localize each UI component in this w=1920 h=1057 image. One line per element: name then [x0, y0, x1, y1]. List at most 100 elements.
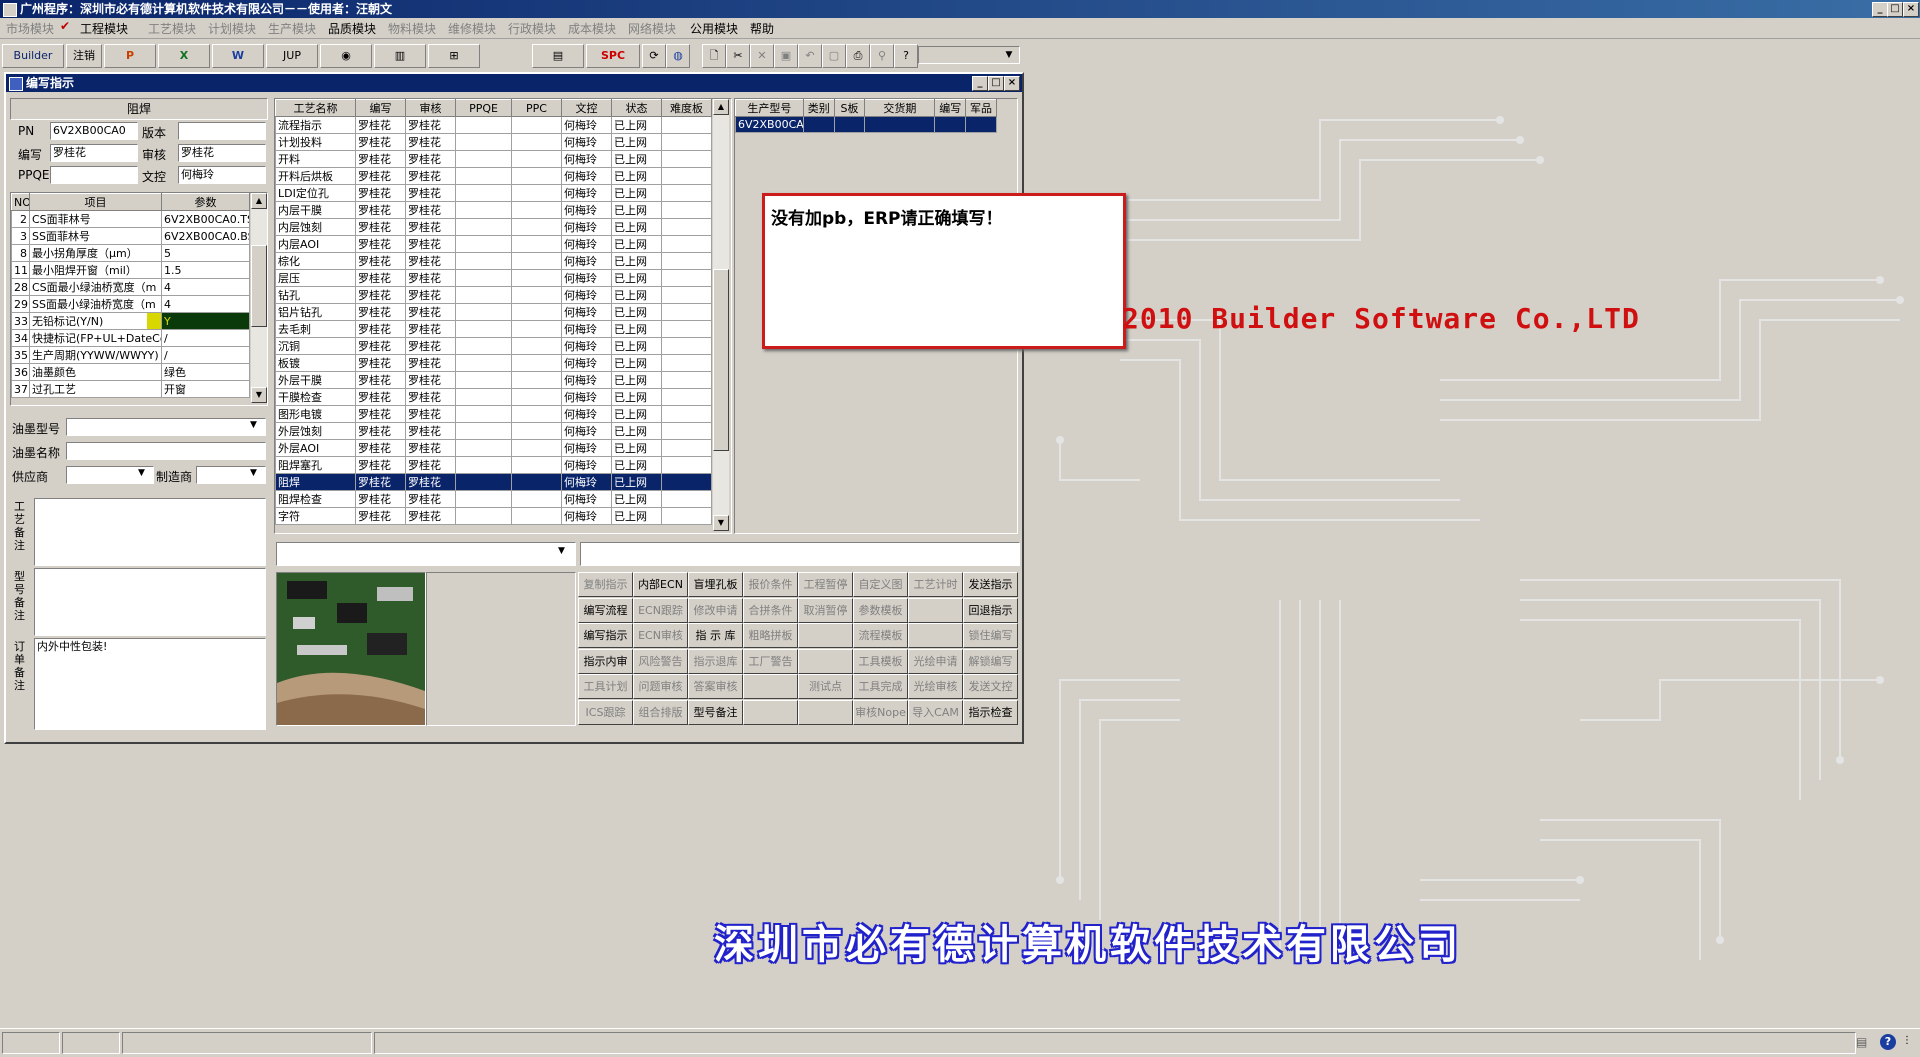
process-cell[interactable] [511, 473, 562, 491]
process-cell[interactable]: 罗桂花 [405, 252, 456, 270]
action-button-4-4[interactable]: 测试点 [798, 674, 853, 699]
process-cell[interactable] [455, 354, 512, 372]
builder-button[interactable]: Builder [2, 44, 64, 68]
params-scrollbar[interactable]: ▲ ▼ [251, 193, 267, 403]
process-row[interactable]: 阻焊 罗桂花 罗桂花 何梅玲 已上网 [275, 473, 712, 491]
help-icon[interactable]: ? [894, 44, 918, 68]
action-button-3-2[interactable]: 指示退库 [688, 648, 743, 674]
action-button-5-7[interactable]: 指示检查 [963, 699, 1018, 725]
params-row[interactable]: 3 SS面菲林号 6V2XB00CA0.BS [11, 227, 250, 245]
model-cell[interactable] [965, 116, 997, 133]
pn-field[interactable]: 6V2XB00CA0 [50, 122, 138, 140]
new-file-icon[interactable]: 🗋 [702, 44, 726, 68]
process-cell[interactable]: 罗桂花 [405, 184, 456, 202]
process-cell[interactable]: 沉铜 [275, 337, 356, 355]
process-row[interactable]: 板镀 罗桂花 罗桂花 何梅玲 已上网 [275, 354, 712, 372]
process-cell[interactable]: 罗桂花 [355, 490, 406, 508]
menu-item-7[interactable]: 维修模块 [448, 20, 496, 37]
action-button-5-0[interactable]: ICS跟踪 [578, 699, 633, 725]
process-cell[interactable]: 开料 [275, 150, 356, 168]
process-cell[interactable] [511, 184, 562, 202]
logout-button[interactable]: 注销 [66, 44, 102, 68]
chevron-down-icon[interactable]: ▼ [138, 468, 145, 478]
process-cell[interactable]: 罗桂花 [405, 116, 456, 134]
process-cell[interactable]: 已上网 [611, 490, 662, 508]
process-row[interactable]: 开料后烘板 罗桂花 罗桂花 何梅玲 已上网 [275, 167, 712, 185]
process-cell[interactable] [511, 116, 562, 134]
action-button-1-3[interactable]: 合拼条件 [743, 597, 798, 623]
process-cell[interactable]: 已上网 [611, 422, 662, 440]
process-cell[interactable]: 已上网 [611, 354, 662, 372]
process-scrollbar[interactable]: ▲ ▼ [713, 99, 729, 531]
params-cell[interactable]: 油墨颜色 [29, 363, 162, 381]
model-header-3[interactable]: 交货期 [864, 99, 936, 117]
process-cell[interactable] [455, 116, 512, 134]
process-row[interactable]: 去毛刺 罗桂花 罗桂花 何梅玲 已上网 [275, 320, 712, 338]
process-cell[interactable]: 已上网 [611, 116, 662, 134]
writer-field[interactable]: 罗桂花 [50, 144, 138, 162]
process-cell[interactable] [661, 439, 712, 457]
process-row[interactable]: 沉铜 罗桂花 罗桂花 何梅玲 已上网 [275, 337, 712, 355]
order-note-textarea[interactable]: 内外中性包装! [34, 638, 266, 730]
action-button-4-0[interactable]: 工具计划 [578, 674, 633, 699]
process-cell[interactable]: 罗桂花 [405, 286, 456, 304]
action-button-0-6[interactable]: 工艺计时 [908, 572, 963, 597]
process-cell[interactable]: 罗桂花 [355, 269, 406, 287]
action-button-2-5[interactable]: 流程模板 [853, 623, 908, 648]
process-cell[interactable] [661, 320, 712, 338]
window-close-button[interactable]: × [1004, 76, 1020, 91]
process-cell[interactable] [511, 354, 562, 372]
action-button-0-7[interactable]: 发送指示 [963, 572, 1018, 597]
process-header-4[interactable]: PPC [511, 99, 562, 117]
process-cell[interactable]: 罗桂花 [355, 439, 406, 457]
menu-item-5[interactable]: 品质模块 [328, 20, 376, 37]
excel-icon[interactable]: X [158, 44, 210, 68]
params-header-2[interactable]: 参数 [161, 193, 250, 211]
params-cell[interactable]: / [161, 329, 250, 347]
action-button-0-5[interactable]: 自定义图 [853, 572, 908, 597]
process-cell[interactable]: 已上网 [611, 133, 662, 151]
menu-item-1[interactable]: 工程模块 [80, 20, 128, 37]
scroll-thumb[interactable] [251, 245, 267, 327]
process-cell[interactable]: 何梅玲 [561, 252, 612, 270]
params-cell[interactable]: 2 [11, 210, 30, 228]
menu-item-0[interactable]: 市场模块 [6, 20, 54, 37]
process-cell[interactable] [661, 303, 712, 321]
process-cell[interactable]: 阻焊 [275, 473, 356, 491]
process-cell[interactable]: 已上网 [611, 320, 662, 338]
process-cell[interactable] [511, 507, 562, 525]
process-cell[interactable]: 钻孔 [275, 286, 356, 304]
action-button-3-0[interactable]: 指示内审 [578, 648, 633, 674]
process-cell[interactable]: 罗桂花 [355, 184, 406, 202]
action-button-2-4[interactable] [798, 623, 853, 648]
params-row[interactable]: 28 CS面最小绿油桥宽度（m 4 [11, 278, 250, 296]
book-icon[interactable]: ▥ [374, 44, 426, 68]
process-cell[interactable] [455, 167, 512, 185]
process-cell[interactable] [511, 371, 562, 389]
process-cell[interactable]: 何梅玲 [561, 150, 612, 168]
params-row[interactable]: 29 SS面最小绿油桥宽度（m 4 [11, 295, 250, 313]
process-cell[interactable] [511, 218, 562, 236]
process-cell[interactable]: 罗桂花 [405, 507, 456, 525]
refresh-icon[interactable]: ⟳ [642, 44, 666, 68]
action-button-1-2[interactable]: 修改申请 [688, 597, 743, 623]
process-row[interactable]: 棕化 罗桂花 罗桂花 何梅玲 已上网 [275, 252, 712, 270]
process-cell[interactable] [455, 490, 512, 508]
process-row[interactable]: 内层干膜 罗桂花 罗桂花 何梅玲 已上网 [275, 201, 712, 219]
scroll-down-icon[interactable]: ▼ [713, 515, 729, 531]
process-cell[interactable]: 已上网 [611, 167, 662, 185]
action-button-4-5[interactable]: 工具完成 [853, 674, 908, 699]
menu-item-12[interactable]: 帮助 [750, 20, 774, 37]
process-cell[interactable]: 罗桂花 [355, 456, 406, 474]
process-cell[interactable]: 阻焊塞孔 [275, 456, 356, 474]
process-cell[interactable] [511, 235, 562, 253]
instruction-input[interactable] [580, 542, 1020, 566]
scroll-up-icon[interactable]: ▲ [251, 193, 267, 209]
action-button-1-6[interactable] [908, 597, 963, 623]
maximize-button[interactable]: □ [1887, 2, 1903, 17]
process-cell[interactable]: 外层AOI [275, 439, 356, 457]
action-button-3-7[interactable]: 解锁编写 [963, 648, 1018, 674]
process-cell[interactable]: 何梅玲 [561, 303, 612, 321]
chevron-down-icon[interactable]: ▼ [1002, 47, 1016, 63]
close-button[interactable]: × [1903, 2, 1919, 17]
